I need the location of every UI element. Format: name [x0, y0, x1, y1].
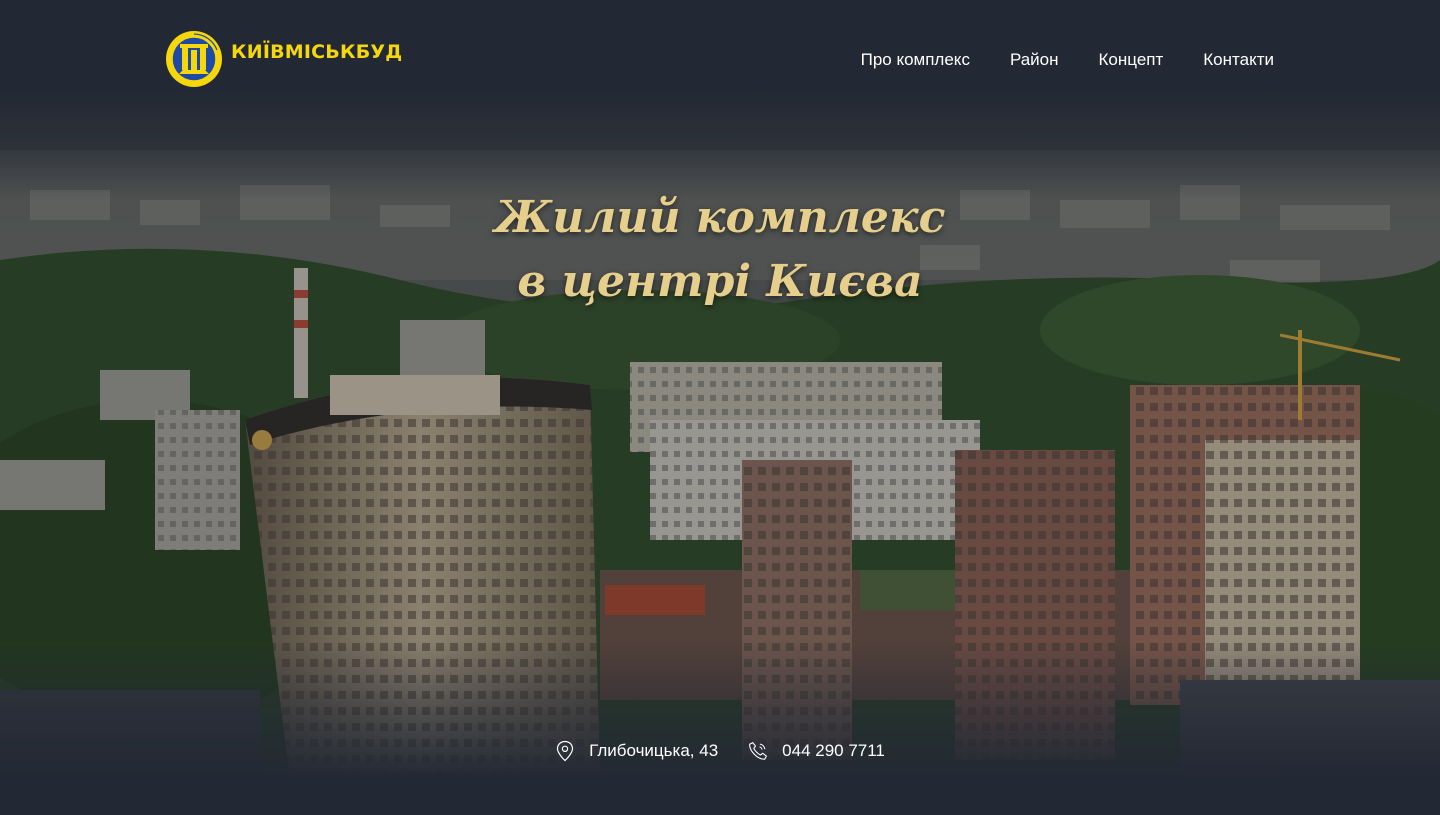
contact-bar: Глибочицька, 43 044 290 7711	[0, 740, 1440, 762]
address-text: Глибочицька, 43	[589, 741, 719, 760]
nav-item-about[interactable]: Про комплекс	[861, 50, 970, 70]
hero-title: Жилий комплекс в центрі Києва	[320, 186, 1120, 314]
phone-text: 044 290 7711	[782, 741, 885, 760]
map-pin-icon	[556, 740, 574, 762]
address-link[interactable]: Глибочицька, 43	[555, 740, 718, 762]
phone-link[interactable]: 044 290 7711	[748, 740, 885, 762]
nav-item-contacts[interactable]: Контакти	[1203, 50, 1274, 70]
hero-bottom-fade	[0, 640, 1440, 815]
logo-link[interactable]: КИЇВМІСЬКБУД	[165, 30, 402, 88]
kyivmiskbud-emblem-icon	[166, 31, 222, 87]
logo-text: КИЇВМІСЬКБУД	[231, 41, 403, 63]
hero-title-line-2: в центрі Києва	[517, 256, 923, 307]
nav-item-concept[interactable]: Концепт	[1099, 50, 1164, 70]
hero-title-line-1: Жилий комплекс	[494, 192, 946, 243]
main-nav: Про комплекс Район Концепт Контакти	[861, 50, 1274, 70]
hero-section: КИЇВМІСЬКБУД Про комплекс Район Концепт …	[0, 0, 1440, 815]
site-header: КИЇВМІСЬКБУД Про комплекс Район Концепт …	[0, 0, 1440, 120]
phone-icon	[749, 742, 768, 760]
nav-item-district[interactable]: Район	[1010, 50, 1059, 70]
